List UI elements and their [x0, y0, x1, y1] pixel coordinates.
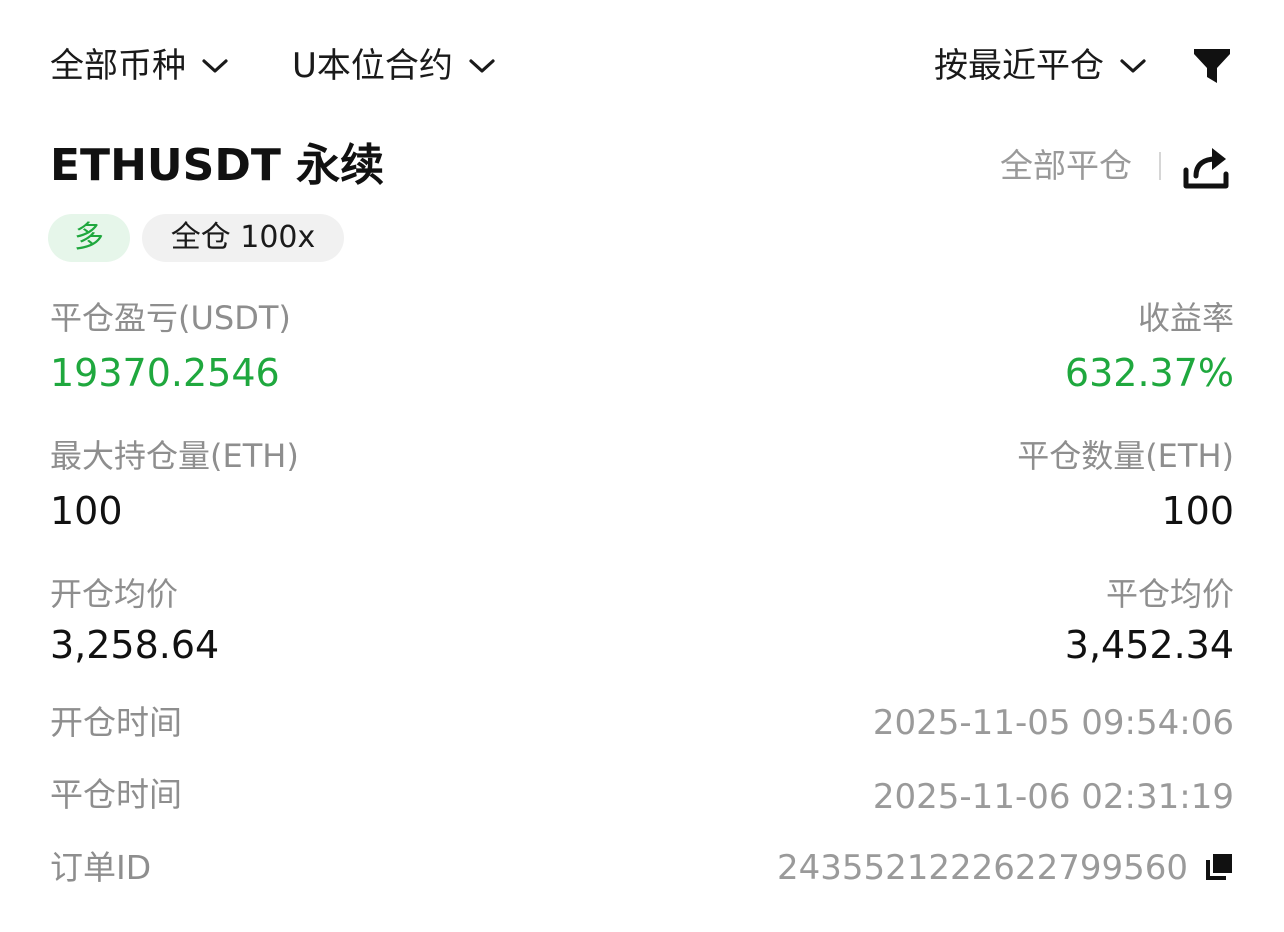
- close-all-button[interactable]: 全部平仓: [1000, 146, 1132, 186]
- order-id-value: 2435521222622799560: [776, 848, 1188, 888]
- chevron-down-icon: [1120, 59, 1146, 73]
- open-price-value: 3,258.64: [50, 623, 220, 667]
- close-quantity-label: 平仓数量(ETH): [1017, 437, 1234, 475]
- position-symbol-title: ETHUSDT 永续: [50, 140, 385, 191]
- copy-icon[interactable]: [1204, 852, 1234, 882]
- close-quantity-value: 100: [1161, 489, 1234, 533]
- close-price-value: 3,452.34: [1064, 623, 1234, 667]
- roi-value: 632.37%: [1064, 351, 1234, 395]
- open-time-value: 2025-11-05 09:54:06: [872, 703, 1234, 743]
- position-history-screen: 全部币种 U本位合约 按最近平仓 ETHUSDT 永续 全部平仓 多 全仓 10…: [0, 0, 1284, 932]
- close-price-label: 平仓均价: [1105, 575, 1234, 613]
- pnl-value: 19370.2546: [50, 351, 280, 395]
- order-id-label: 订单ID: [50, 848, 152, 887]
- filter-icon[interactable]: [1192, 46, 1232, 86]
- max-position-label: 最大持仓量(ETH): [50, 437, 299, 475]
- share-icon[interactable]: [1182, 144, 1230, 190]
- coin-filter-dropdown[interactable]: 全部币种: [50, 46, 230, 86]
- max-position-value: 100: [50, 489, 123, 533]
- long-side-tag: 多: [48, 214, 130, 262]
- chevron-down-icon: [202, 59, 228, 73]
- pnl-label: 平仓盈亏(USDT): [50, 299, 291, 337]
- close-time-label: 平仓时间: [50, 775, 182, 814]
- margin-mode-tag: 全仓 100x: [142, 214, 344, 262]
- divider: [1159, 152, 1161, 180]
- contract-filter-dropdown[interactable]: U本位合约: [292, 46, 497, 86]
- sort-label: 按最近平仓: [934, 46, 1104, 86]
- coin-filter-label: 全部币种: [50, 46, 186, 86]
- open-price-label: 开仓均价: [50, 575, 179, 613]
- contract-filter-label: U本位合约: [292, 46, 453, 86]
- close-time-value: 2025-11-06 02:31:19: [872, 777, 1234, 817]
- chevron-down-icon: [469, 59, 495, 73]
- open-time-label: 开仓时间: [50, 703, 182, 742]
- sort-dropdown[interactable]: 按最近平仓: [934, 46, 1148, 86]
- roi-label: 收益率: [1137, 299, 1234, 337]
